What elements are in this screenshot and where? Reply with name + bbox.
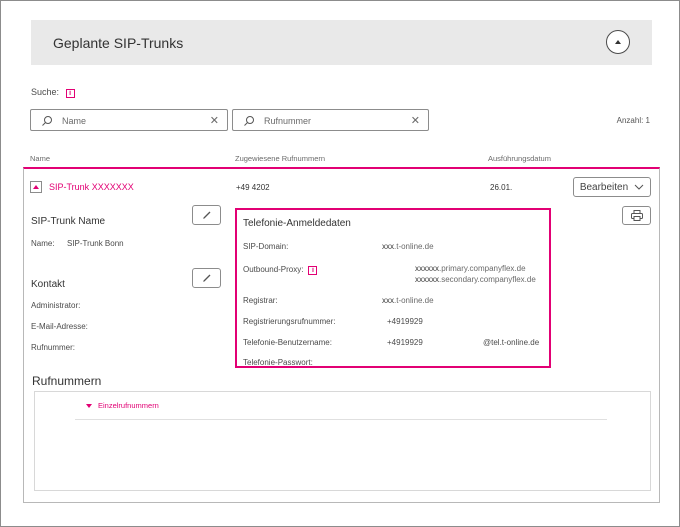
- registrar-suffix: .t-online.de: [394, 296, 434, 305]
- name-search-placeholder: Name: [62, 116, 87, 126]
- number-search-input[interactable]: Rufnummer ✕: [232, 109, 429, 131]
- number-search-placeholder: Rufnummer: [264, 116, 312, 126]
- username-value: +4919929: [387, 338, 423, 347]
- username-label: Telefonie-Benutzername:: [243, 338, 332, 347]
- sip-domain-prefix: xxx: [382, 242, 394, 251]
- section-header[interactable]: Geplante SIP-Trunks: [31, 20, 652, 65]
- chevron-down-icon: [86, 404, 92, 409]
- column-header-date[interactable]: Ausführungsdatum: [488, 154, 551, 163]
- name-label: Name:: [31, 239, 55, 248]
- clear-icon[interactable]: ✕: [411, 114, 420, 127]
- edit-contact-button[interactable]: [192, 268, 221, 288]
- clear-icon[interactable]: ✕: [210, 114, 219, 127]
- outbound-proxy-label: Outbound-Proxy: i: [243, 265, 318, 275]
- sip-domain-label: SIP-Domain:: [243, 242, 289, 251]
- trunk-number: +49 4202: [236, 183, 270, 192]
- single-numbers-toggle[interactable]: Einzelrufnummern: [86, 401, 159, 410]
- divider: [75, 419, 607, 420]
- window-frame: Geplante SIP-Trunks Suche: i Name ✕ Rufn…: [0, 0, 680, 527]
- name-value: SIP-Trunk Bonn: [67, 239, 124, 248]
- pencil-icon: [202, 274, 210, 282]
- registrar-value: xxx.t-online.de: [382, 296, 434, 305]
- chevron-up-icon: [33, 185, 39, 189]
- outbound-proxy-primary: xxxxxx.primary.companyflex.de: [415, 264, 526, 273]
- search-label-row: Suche: i: [31, 87, 75, 98]
- outbound-proxy-secondary: xxxxxx.secondary.companyflex.de: [415, 275, 536, 284]
- username-domain: @tel.t-online.de: [483, 338, 540, 347]
- outbound-secondary-prefix: xxxxxx: [415, 275, 439, 284]
- printer-icon: [630, 210, 643, 221]
- phone-label: Rufnummer:: [31, 343, 76, 352]
- trunk-name-prefix: SIP-Trunk: [49, 182, 92, 192]
- registrar-prefix: xxx: [382, 296, 394, 305]
- column-header-name[interactable]: Name: [30, 154, 50, 163]
- page-title: Geplante SIP-Trunks: [53, 35, 184, 51]
- registrar-label: Registrar:: [243, 296, 278, 305]
- name-search-input[interactable]: Name ✕: [30, 109, 228, 131]
- telephony-credentials-box: Telefonie-Anmeldedaten SIP-Domain: xxx.t…: [235, 208, 551, 368]
- sip-domain-value: xxx.t-online.de: [382, 242, 434, 251]
- chevron-down-icon: [634, 184, 644, 190]
- rufnummern-title: Rufnummern: [32, 374, 102, 388]
- outbound-primary-suffix: .primary.companyflex.de: [439, 264, 526, 273]
- trunk-date: 26.01.: [490, 183, 513, 192]
- pencil-icon: [202, 211, 210, 219]
- search-icon: [244, 116, 254, 126]
- collapse-button[interactable]: [606, 30, 630, 54]
- column-header-numbers[interactable]: Zugewiesene Rufnummern: [235, 154, 325, 163]
- outbound-secondary-suffix: .secondary.companyflex.de: [439, 275, 536, 284]
- search-label: Suche:: [31, 87, 60, 97]
- search-icon: [42, 116, 52, 126]
- edit-name-button[interactable]: [192, 205, 221, 225]
- chevron-up-icon: [615, 40, 621, 44]
- edit-button-label: Bearbeiten: [579, 181, 629, 193]
- outbound-primary-prefix: xxxxxx: [415, 264, 439, 273]
- print-button[interactable]: [622, 206, 651, 225]
- edit-button[interactable]: Bearbeiten: [573, 177, 651, 197]
- sip-trunk-name-title: SIP-Trunk Name: [31, 216, 106, 227]
- trunk-name[interactable]: SIP-Trunk XXXXXXX: [49, 182, 134, 192]
- info-icon[interactable]: i: [308, 266, 318, 275]
- admin-label: Administrator:: [31, 301, 81, 310]
- sip-trunk-panel: SIP-Trunk XXXXXXX +49 4202 26.01. Bearbe…: [23, 167, 660, 503]
- sip-domain-suffix: .t-online.de: [394, 242, 434, 251]
- contact-title: Kontakt: [31, 279, 65, 290]
- registration-number-value: +4919929: [387, 317, 423, 326]
- result-count: Anzahl: 1: [616, 116, 650, 125]
- single-numbers-label: Einzelrufnummern: [98, 401, 159, 410]
- outbound-proxy-label-text: Outbound-Proxy:: [243, 265, 304, 274]
- rufnummern-box: Einzelrufnummern: [34, 391, 651, 491]
- registration-number-label: Registrierungsrufnummer:: [243, 317, 336, 326]
- telephony-title: Telefonie-Anmeldedaten: [243, 218, 351, 229]
- password-label: Telefonie-Passwort:: [243, 358, 313, 367]
- email-label: E-Mail-Adresse:: [31, 322, 88, 331]
- info-icon[interactable]: i: [65, 89, 75, 98]
- expand-toggle-button[interactable]: [30, 181, 42, 193]
- trunk-name-suffix: XXXXXXX: [91, 182, 134, 192]
